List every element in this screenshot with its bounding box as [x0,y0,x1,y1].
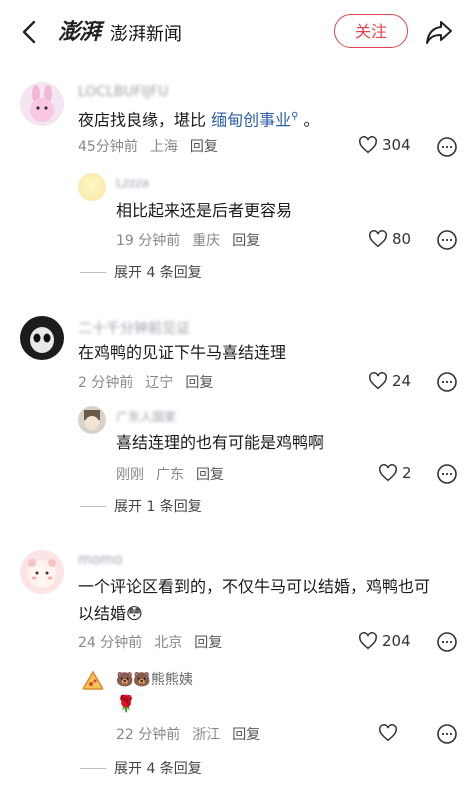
avatar[interactable] [78,406,106,434]
heart-icon [359,632,377,650]
avatar[interactable] [20,316,64,360]
avatar[interactable] [80,668,106,694]
more-options-icon[interactable] [436,631,458,653]
reply-location: 广东 [156,467,184,483]
like-count: 304 [382,136,411,154]
like-count: 204 [382,632,411,650]
reply-username[interactable]: 🐻🐻熊熊姨 [116,669,193,689]
reply-location: 浙江 [192,727,221,743]
reply-text: 喜结连理的也有可能是鸡鸭啊 [116,433,325,452]
comment-location: 北京 [154,635,183,651]
reply-button[interactable]: 回复 [194,635,222,651]
emoji-icon: 😳 [126,604,143,623]
like-button[interactable]: 2 [378,464,412,482]
reply-location: 重庆 [192,233,221,249]
share-icon[interactable] [424,18,454,46]
comment-meta: 45分钟前 上海 回复 [78,136,230,156]
heart-icon [359,136,377,154]
like-count: 80 [392,230,412,248]
bear-avatar-icon [28,559,56,588]
reply-username[interactable]: Lzzza [116,176,149,190]
comment-text: 夜店找良缘，堪比 缅甸创事业⚲ 。 [78,110,320,130]
comment-username[interactable]: 二十千分钟前见证 [78,318,190,338]
comment-meta: 2 分钟前 辽宁 回复 [78,372,225,392]
like-count: 24 [392,372,412,390]
reply-meta: 19 分钟前 重庆 回复 [116,230,272,250]
comment-username[interactable]: LOCLBUFIJFU [78,84,168,100]
avatar[interactable] [78,173,106,201]
reply-meta: 22 分钟前 浙江 回复 [116,724,272,744]
more-options-icon[interactable] [436,723,458,745]
comment-text: 一个评论区看到的，不仅牛马可以结婚，鸡鸭也可 以结婚😳 [78,577,431,623]
more-options-icon[interactable] [436,229,458,251]
like-button[interactable]: 80 [368,230,411,248]
reply-time: 22 分钟前 [116,727,181,743]
comment-location: 上海 [149,139,178,155]
pizza-avatar-icon [81,670,105,690]
comment-location: 辽宁 [145,375,174,391]
avatar[interactable] [20,82,64,126]
reply-text: 相比起来还是后者更容易 [116,201,293,220]
reply-button[interactable]: 回复 [190,139,218,155]
reply-button[interactable]: 回复 [185,375,213,391]
heart-icon [369,230,387,248]
comment-time: 24 分钟前 [78,635,143,651]
like-count: 2 [402,464,412,482]
like-button[interactable]: 24 [368,372,411,390]
reply-button[interactable]: 回复 [196,467,224,483]
reply-button[interactable]: 回复 [232,233,260,249]
reply-text: 🌹 [116,694,136,713]
expand-replies-button[interactable]: 展开 4 条回复 [80,758,202,778]
reply-username[interactable]: 广东人国家 [116,408,176,425]
character-avatar-icon [84,410,100,430]
reply-meta: 刚刚 广东 回复 [116,464,236,484]
divider [80,505,106,507]
heart-icon [369,372,387,390]
like-button[interactable] [378,724,402,742]
more-options-icon[interactable] [436,371,458,393]
like-button[interactable]: 304 [358,136,411,154]
bunny-avatar-icon [30,85,54,122]
comment-time: 45分钟前 [78,139,138,155]
reply-time: 刚刚 [116,467,144,483]
bear-emoji-icon: 🐻🐻 [116,672,151,688]
comment-username[interactable]: momo [78,552,122,568]
top-bar: 澎湃 澎湃新闻 关注 [0,0,476,64]
more-options-icon[interactable] [436,136,458,158]
avatar[interactable] [20,550,64,594]
follow-button[interactable]: 关注 [334,14,408,48]
like-button[interactable]: 204 [358,632,411,650]
heart-icon [379,464,397,482]
comment-time: 2 分钟前 [78,375,134,391]
expand-replies-button[interactable]: 展开 4 条回复 [80,262,202,282]
divider [80,271,106,273]
expand-replies-button[interactable]: 展开 1 条回复 [80,496,202,516]
reply-time: 19 分钟前 [116,233,181,249]
reply-button[interactable]: 回复 [232,727,260,743]
app-name: 澎湃新闻 [110,24,182,45]
comment-meta: 24 分钟前 北京 回复 [78,632,234,652]
app-logo: 澎湃 [58,19,101,45]
heart-icon [379,724,397,742]
back-arrow-icon[interactable] [14,16,46,48]
search-link[interactable]: 缅甸创事业 [211,110,291,129]
comment-text: 在鸡鸭的见证下牛马喜结连理 [78,343,287,362]
more-options-icon[interactable] [436,463,458,485]
panda-avatar-icon [30,327,54,353]
divider [80,767,106,769]
